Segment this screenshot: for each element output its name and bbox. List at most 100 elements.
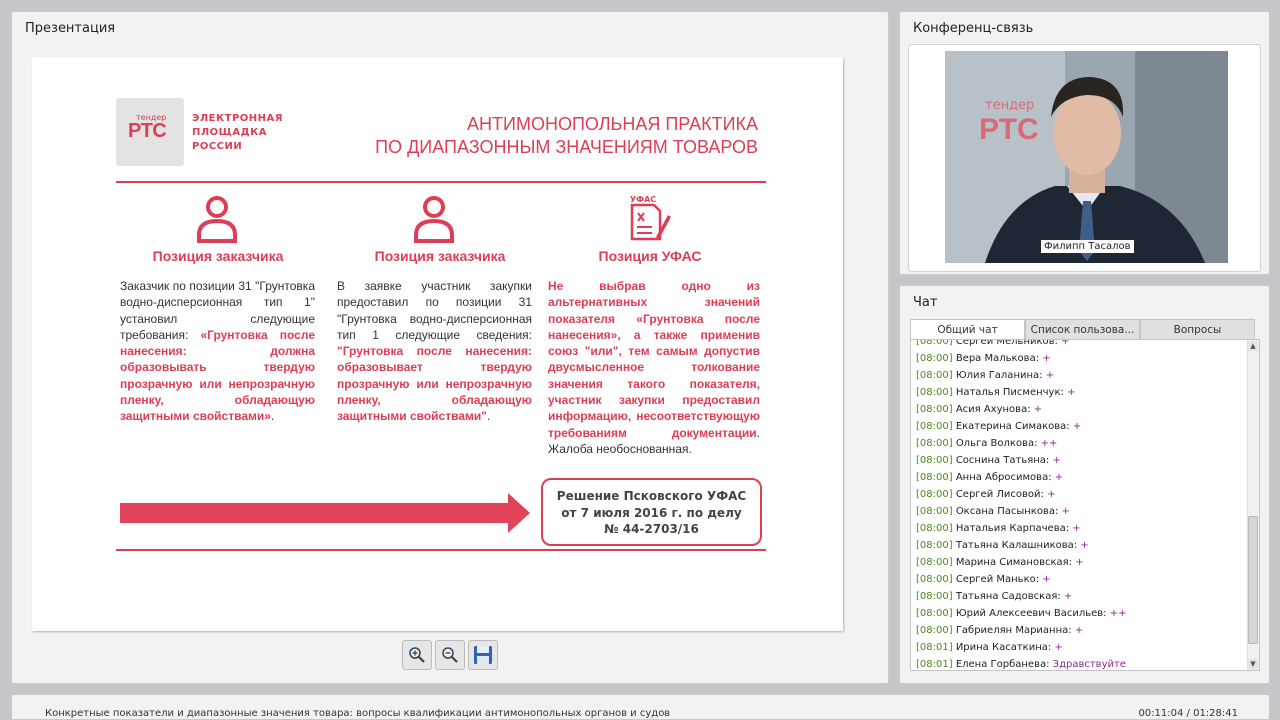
- tab-user-list[interactable]: Список пользова...: [1025, 319, 1140, 340]
- chat-message: [08:00] Сергей Мельников: +: [916, 339, 1126, 350]
- chat-message-text: +: [1061, 339, 1070, 347]
- speaker-video-image: тендер РТС: [945, 51, 1228, 263]
- chat-message-text: +: [1054, 642, 1063, 653]
- chat-message-text: +: [1042, 574, 1051, 585]
- tab-questions[interactable]: Вопросы: [1140, 319, 1255, 340]
- chat-message-text: Здравствуйте: [1052, 659, 1126, 670]
- chat-message-name: Оксана Пасынкова:: [955, 506, 1059, 517]
- presentation-title: Презентация: [25, 21, 116, 36]
- chat-message-time: [08:00]: [916, 574, 953, 585]
- column-2-text-end: .: [486, 409, 491, 424]
- speaker-video[interactable]: тендер РТС Филипп Тасалов: [945, 51, 1228, 263]
- column-2-text: В заявке участник закупки предоставил по…: [337, 278, 532, 425]
- chat-message: [08:00] Натальия Карпачева: +: [916, 520, 1126, 537]
- scroll-up-icon[interactable]: ▲: [1248, 341, 1258, 351]
- chat-message-name: Анна Абросимова:: [955, 472, 1052, 483]
- divider-bottom: [116, 549, 766, 551]
- chat-message-text: +: [1072, 421, 1082, 432]
- chat-message-time: [08:00]: [916, 591, 953, 602]
- save-button[interactable]: [468, 640, 498, 670]
- webinar-title: Конкретные показатели и диапазонные знач…: [45, 708, 671, 719]
- column-2-text-plain: В заявке участник закупки предоставил по…: [337, 279, 532, 342]
- chat-message-time: [08:00]: [916, 438, 953, 449]
- chat-message-name: Ольга Волкова:: [955, 438, 1038, 449]
- speaker-name-tag: Филипп Тасалов: [1041, 240, 1134, 253]
- chat-message-time: [08:00]: [916, 387, 953, 398]
- svg-text:РТС: РТС: [979, 113, 1039, 146]
- chat-message-name: Соснина Татьяна:: [955, 455, 1050, 466]
- chat-message: [08:01] Елена Горбанева: Здравствуйте: [916, 656, 1126, 670]
- chat-messages[interactable]: [08:00] Сергей Мельников: + [08:00] Вера …: [910, 339, 1260, 671]
- column-2-text-highlight: "Грунтовка после нанесения: образовывает…: [337, 344, 532, 424]
- chat-message: [08:00] Сергей Манько: +: [916, 571, 1126, 588]
- chat-message-time: [08:00]: [916, 540, 953, 551]
- chat-message-name: Екатерина Симакова:: [955, 421, 1070, 432]
- zoom-out-button[interactable]: [435, 640, 465, 670]
- chat-message: [08:00] Татьяна Калашникова: +: [916, 537, 1126, 554]
- column-3-text-highlight: Не выбрав одно из альтернативных значени…: [548, 279, 760, 440]
- chat-message-text: +: [1047, 489, 1056, 500]
- floppy-disk-icon: [474, 646, 492, 664]
- column-1-text-end: .: [270, 409, 275, 424]
- zoom-in-button[interactable]: [402, 640, 432, 670]
- chat-message: [08:00] Наталья Писменчук: +: [916, 384, 1126, 401]
- chat-title: Чат: [913, 295, 938, 310]
- slide: тендер РТС ЭЛЕКТРОННАЯ ПЛОЩАДКА РОССИИ А…: [32, 57, 843, 631]
- chat-message-time: [08:00]: [916, 506, 953, 517]
- column-1-text: Заказчик по позиции 31 "Грунтовка водно-…: [120, 278, 315, 425]
- chat-message-text: +: [1063, 591, 1073, 602]
- chat-message-text: +: [1075, 557, 1084, 568]
- chat-message: [08:00] Анна Абросимова: +: [916, 469, 1126, 486]
- column-1-heading: Позиция заказчика: [152, 248, 284, 264]
- zoom-toolbar: [402, 640, 498, 670]
- chat-message-name: Вера Малькова:: [955, 353, 1040, 364]
- chat-message-name: Татьяна Калашникова:: [955, 540, 1078, 551]
- chat-message: [08:00] Юлия Галанина: +: [916, 367, 1126, 384]
- chat-message-name: Марина Симановская:: [955, 557, 1073, 568]
- chat-message-name: Сергей Манько:: [955, 574, 1040, 585]
- player-footer: Конкретные показатели и диапазонные знач…: [11, 694, 1270, 720]
- chat-message-text: +: [1072, 523, 1081, 534]
- chat-message-text: ++: [1040, 438, 1058, 449]
- chat-message: [08:00] Асия Ахунова: +: [916, 401, 1126, 418]
- chat-message-name: Ирина Касаткина:: [955, 642, 1052, 653]
- conference-title: Конференц-связь: [913, 21, 1034, 36]
- video-frame: тендер РТС Филипп Тасалов: [908, 44, 1261, 272]
- chat-message-time: [08:01]: [916, 642, 953, 653]
- decision-box: Решение Псковского УФАС от 7 июля 2016 г…: [541, 478, 762, 546]
- chat-message-time: [08:00]: [916, 523, 953, 534]
- tab-general-chat[interactable]: Общий чат: [910, 319, 1025, 340]
- chat-message-name: Наталья Писменчук:: [955, 387, 1064, 398]
- chat-scrollbar[interactable]: ▲ ▼: [1247, 340, 1259, 670]
- chat-message: [08:00] Екатерина Симакова: +: [916, 418, 1126, 435]
- chat-message: [08:00] Вера Малькова: +: [916, 350, 1126, 367]
- chat-message: [08:00] Татьяна Садовская: +: [916, 588, 1126, 605]
- person-icon: [414, 196, 454, 243]
- arrow-right-icon: [120, 493, 530, 533]
- chat-message-time: [08:00]: [916, 404, 953, 415]
- chat-message-time: [08:00]: [916, 557, 953, 568]
- rtc-logo: тендер РТС: [116, 98, 184, 166]
- chat-message-text: ++: [1109, 608, 1127, 619]
- chat-message: [08:00] Марина Симановская: +: [916, 554, 1126, 571]
- chat-message-name: Сергей Лисовой:: [955, 489, 1044, 500]
- column-3-heading: Позиция УФАС: [598, 248, 702, 264]
- logo-line-3: РОССИИ: [192, 141, 243, 152]
- ufas-icon-label: УФАС: [630, 195, 656, 204]
- chat-message-name: Татьяна Садовская:: [955, 591, 1061, 602]
- person-icon: [197, 196, 237, 243]
- logo-big-text: РТС: [128, 120, 167, 142]
- chat-message-time: [08:00]: [916, 455, 953, 466]
- scroll-thumb[interactable]: [1248, 516, 1258, 644]
- chat-message-text: +: [1054, 472, 1064, 483]
- chat-panel: Чат Общий чат Список пользова... Вопросы…: [899, 285, 1270, 684]
- chat-message-name: Асия Ахунова:: [955, 404, 1031, 415]
- chat-message-name: Юлия Галанина:: [955, 370, 1043, 381]
- zoom-out-icon: [442, 647, 458, 663]
- chat-message-time: [08:00]: [916, 353, 953, 364]
- chat-message: [08:00] Оксана Пасынкова: +: [916, 503, 1126, 520]
- scroll-down-icon[interactable]: ▼: [1248, 659, 1258, 669]
- chat-message-time: [08:00]: [916, 489, 953, 500]
- chat-message-name: Габриелян Марианна:: [955, 625, 1072, 636]
- chat-message-text: +: [1080, 540, 1089, 551]
